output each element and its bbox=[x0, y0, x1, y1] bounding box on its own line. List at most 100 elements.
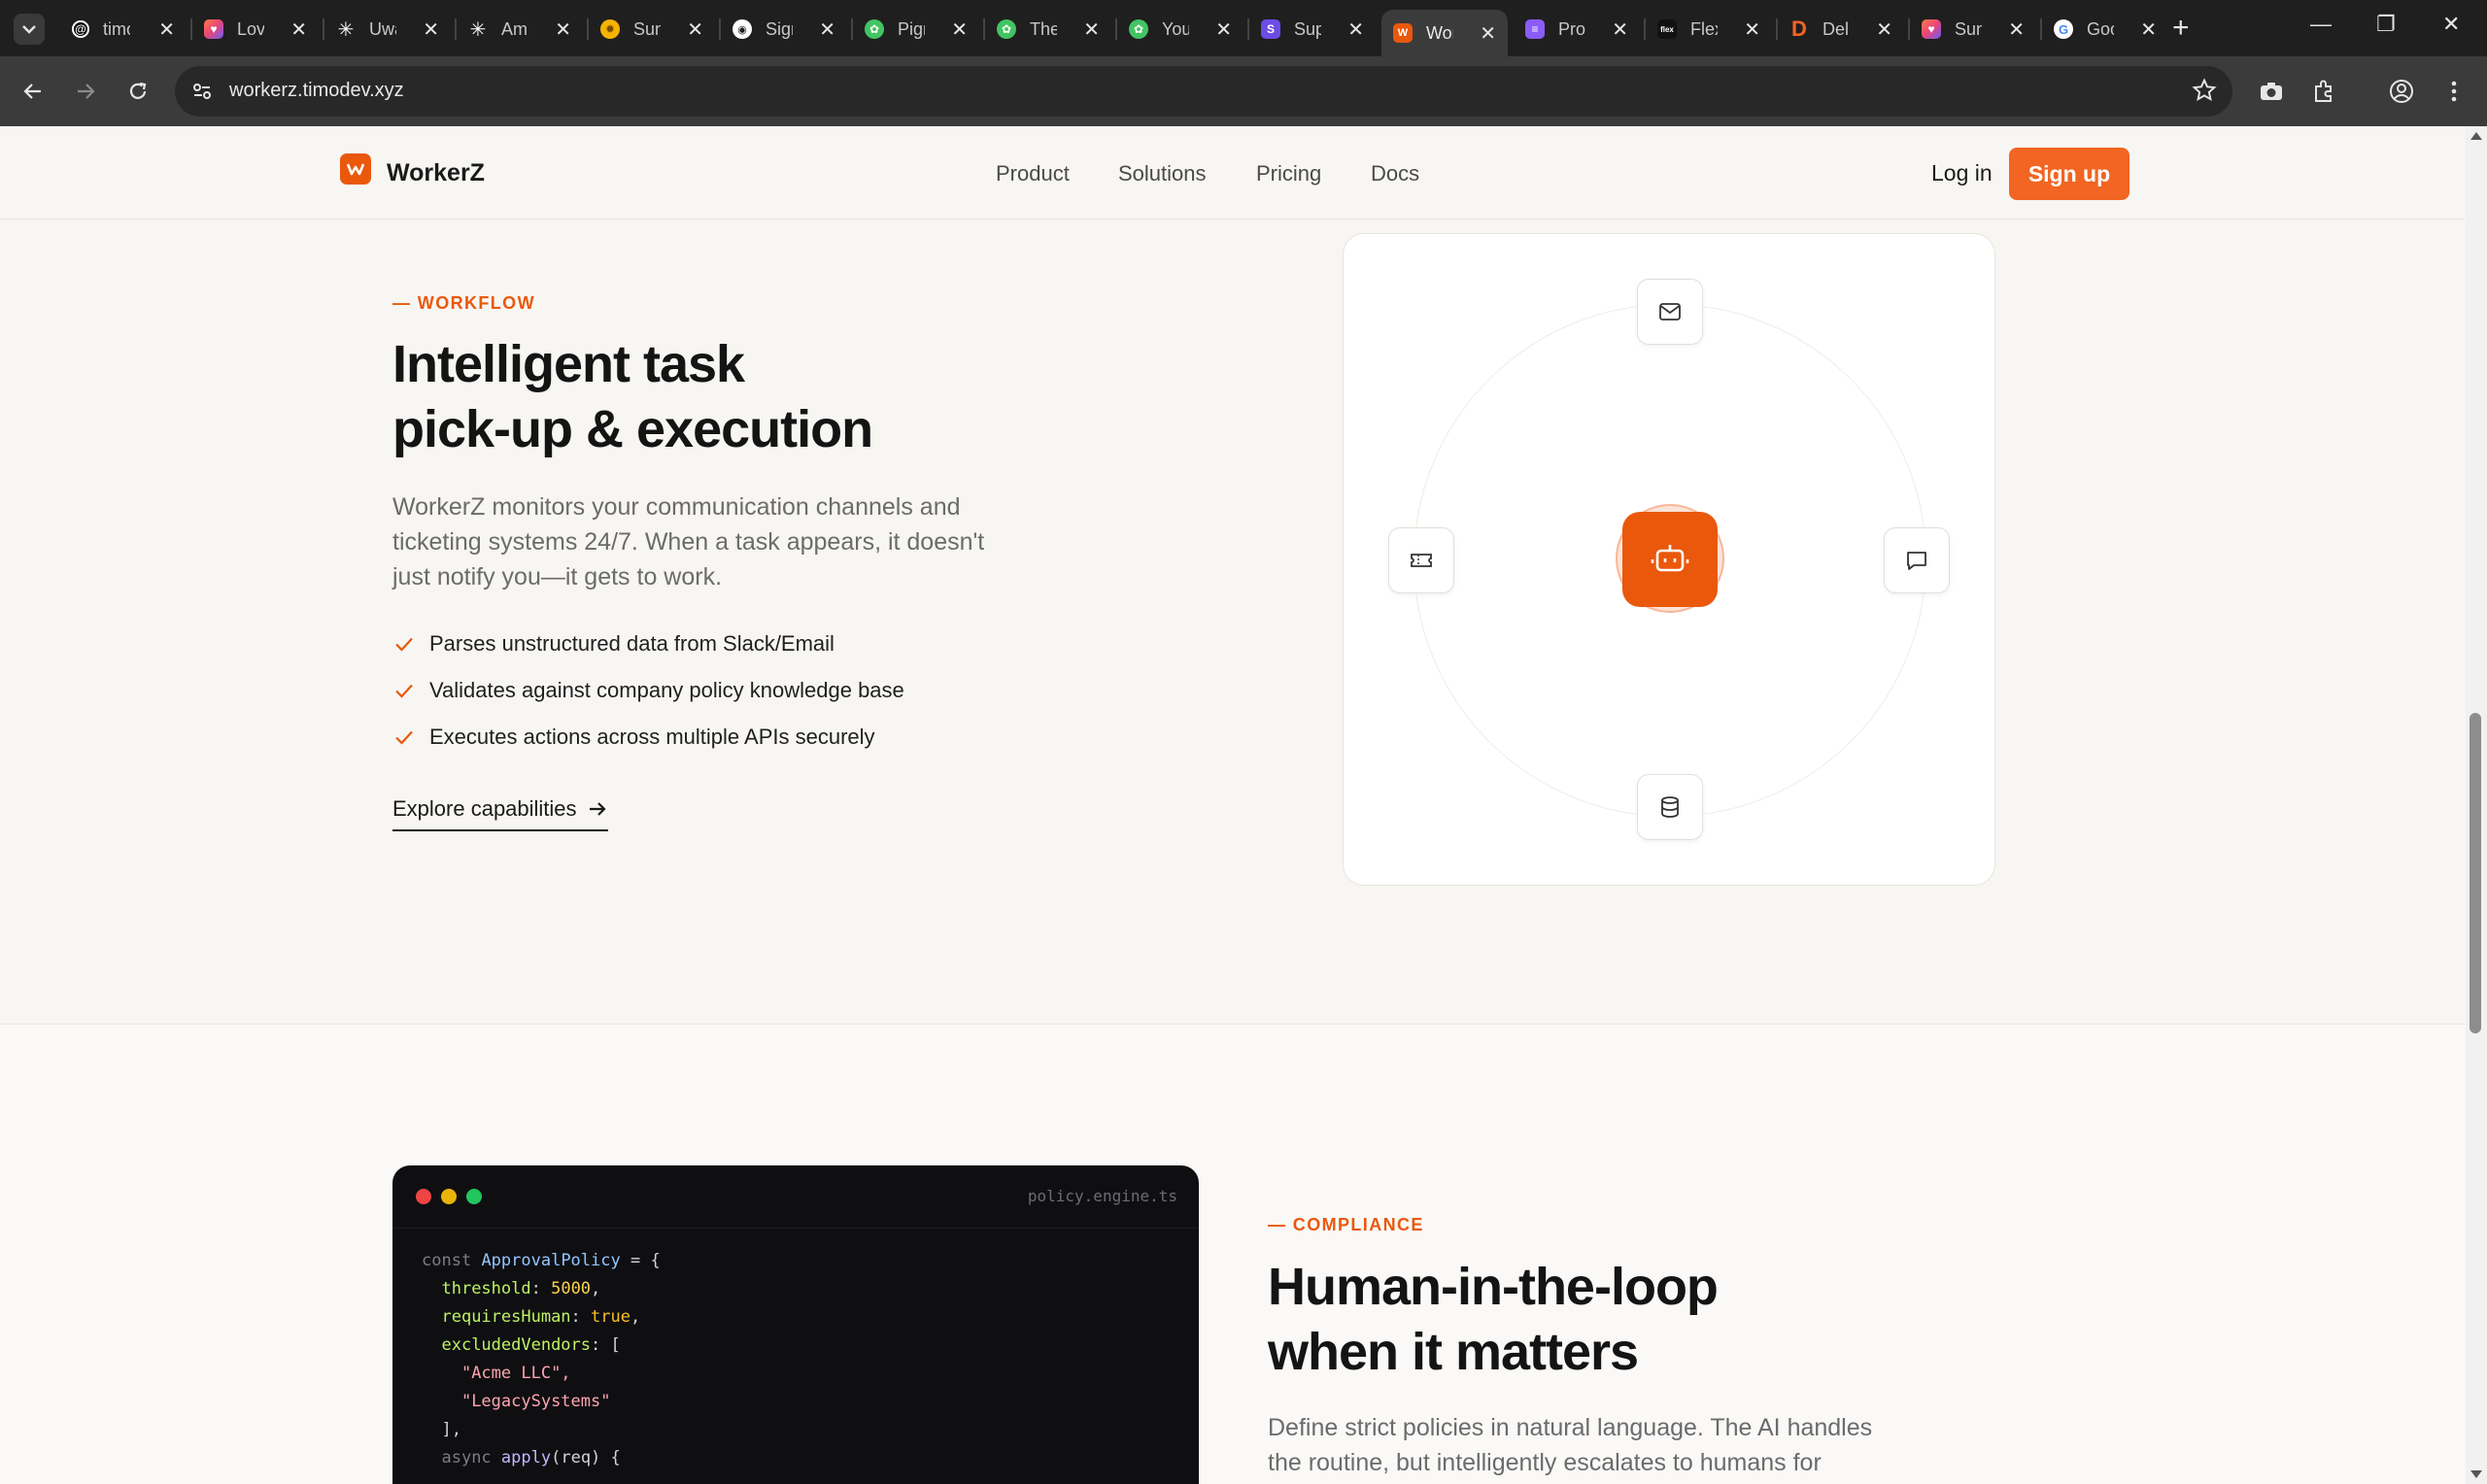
tab-title: Pigment bbox=[898, 18, 925, 39]
tab-uwazi[interactable]: ✳ Uwazi ✕ bbox=[324, 10, 451, 49]
nav-product[interactable]: Product bbox=[996, 161, 1070, 186]
tab-ampcode[interactable]: ✳ Ampcode ✕ bbox=[457, 10, 583, 49]
sparkle-icon: ✳ bbox=[337, 18, 355, 41]
menu-kebab-icon[interactable] bbox=[2438, 76, 2470, 107]
tab-pigment[interactable]: ✿ Pigment ✕ bbox=[853, 10, 979, 49]
screenshot-icon[interactable] bbox=[2256, 76, 2287, 107]
tab-lovable[interactable]: ♥ Lovable ✕ bbox=[192, 10, 319, 49]
explore-label: Explore capabilities bbox=[392, 796, 577, 821]
close-icon[interactable]: ✕ bbox=[2140, 17, 2157, 42]
tab-google[interactable]: G Google ✕ bbox=[2042, 10, 2168, 49]
tab-title: Product bbox=[1558, 18, 1585, 39]
restore-button[interactable]: ❐ bbox=[2376, 12, 2396, 37]
tab-supabase[interactable]: S Supabase ✕ bbox=[1249, 10, 1376, 49]
tab-sign-in[interactable]: ◉ Sign in ✕ bbox=[721, 10, 847, 49]
tab-sunrise-2[interactable]: ♥ Sunrise ✕ bbox=[1910, 10, 2036, 49]
close-icon[interactable]: ✕ bbox=[1744, 17, 1760, 42]
close-icon[interactable]: ✕ bbox=[1347, 17, 1364, 42]
signup-button[interactable]: Sign up bbox=[2009, 148, 2129, 200]
chatgpt-icon: ✿ bbox=[997, 19, 1016, 39]
tab-title: timodev bbox=[103, 18, 130, 39]
code-editor-card: policy.engine.ts const ApprovalPolicy = … bbox=[392, 1165, 1199, 1484]
close-icon[interactable]: ✕ bbox=[555, 17, 571, 42]
bot-icon bbox=[1651, 545, 1689, 572]
extensions-icon[interactable] bbox=[2308, 76, 2339, 107]
tab-flex[interactable]: flex Flex ✕ bbox=[1646, 10, 1772, 49]
workerz-logo-icon[interactable] bbox=[340, 153, 371, 185]
nav-solutions[interactable]: Solutions bbox=[1118, 161, 1207, 186]
close-window-button[interactable]: ✕ bbox=[2442, 12, 2460, 37]
close-icon[interactable]: ✕ bbox=[819, 17, 835, 42]
tab-search-button[interactable] bbox=[14, 14, 45, 45]
workflow-lead-line2: ticketing systems 24/7. When a task appe… bbox=[392, 528, 985, 556]
close-icon[interactable]: ✕ bbox=[1612, 17, 1628, 42]
flex-icon: flex bbox=[1657, 19, 1677, 39]
sparkle-icon: ✳ bbox=[469, 18, 487, 41]
close-icon[interactable]: ✕ bbox=[290, 17, 307, 42]
code-line: "LegacySystems" bbox=[460, 1392, 611, 1411]
code-line: async apply(req) { bbox=[441, 1448, 621, 1467]
code-line: requiresHuman: true, bbox=[441, 1307, 641, 1327]
back-button[interactable] bbox=[17, 76, 49, 107]
site-info-icon[interactable] bbox=[188, 78, 216, 105]
feature-item: Parses unstructured data from Slack/Emai… bbox=[392, 629, 835, 658]
close-icon[interactable]: ✕ bbox=[1083, 17, 1100, 42]
close-icon[interactable]: ✕ bbox=[158, 17, 175, 42]
message-node bbox=[1884, 527, 1950, 593]
workflow-title-line1: Intelligent task bbox=[392, 335, 745, 393]
mail-node bbox=[1637, 279, 1703, 345]
minimize-button[interactable]: — bbox=[2310, 12, 2332, 37]
arrow-right-icon bbox=[78, 84, 95, 99]
login-link[interactable]: Log in bbox=[1931, 160, 1993, 186]
workflow-eyebrow: — WORKFLOW bbox=[392, 293, 535, 313]
feature-text: Validates against company policy knowled… bbox=[429, 678, 904, 702]
scroll-thumb[interactable] bbox=[2470, 713, 2481, 1033]
tab-title: Uwazi bbox=[369, 18, 396, 39]
threads-icon: @ bbox=[72, 20, 89, 38]
bookmark-star-icon[interactable] bbox=[2192, 78, 2217, 108]
tab-title: Deli bbox=[1823, 18, 1850, 39]
tab-product[interactable]: ≡ Product ✕ bbox=[1514, 10, 1640, 49]
tab-deli[interactable]: D Deli ✕ bbox=[1778, 10, 1904, 49]
brand-name[interactable]: WorkerZ bbox=[387, 159, 485, 187]
nav-pricing[interactable]: Pricing bbox=[1256, 161, 1321, 186]
tab-the[interactable]: ✿ The ✕ bbox=[985, 10, 1111, 49]
check-icon bbox=[395, 637, 413, 652]
tab-title: Flex bbox=[1690, 18, 1718, 39]
close-icon[interactable]: ✕ bbox=[1480, 21, 1496, 46]
check-icon bbox=[395, 730, 413, 745]
forward-button[interactable] bbox=[70, 76, 101, 107]
new-tab-button[interactable]: + bbox=[2172, 12, 2190, 45]
tab-timodev[interactable]: @ timodev ✕ bbox=[60, 10, 187, 49]
page-scrollbar[interactable] bbox=[2466, 126, 2487, 1484]
database-icon bbox=[1661, 796, 1679, 818]
close-icon[interactable]: ✕ bbox=[1876, 17, 1892, 42]
mail-icon bbox=[1659, 303, 1681, 320]
close-icon[interactable]: ✕ bbox=[687, 17, 703, 42]
explore-capabilities-link[interactable]: Explore capabilities bbox=[392, 796, 608, 831]
chatgpt-icon: ✿ bbox=[1129, 19, 1148, 39]
lovable-heart-icon: ♥ bbox=[204, 19, 223, 39]
close-icon[interactable]: ✕ bbox=[423, 17, 439, 42]
close-icon[interactable]: ✕ bbox=[951, 17, 968, 42]
reload-button[interactable] bbox=[122, 76, 153, 107]
sun-icon: ✹ bbox=[600, 19, 620, 39]
tab-workerz[interactable]: W WorkerZ ✕ bbox=[1381, 10, 1508, 56]
profile-icon[interactable] bbox=[2386, 76, 2417, 107]
site-header: WorkerZ Product Solutions Pricing Docs L… bbox=[0, 126, 2466, 219]
close-icon[interactable]: ✕ bbox=[2008, 17, 2025, 42]
tab-title: Google bbox=[2087, 18, 2114, 39]
code-filename: policy.engine.ts bbox=[1027, 1187, 1177, 1205]
scroll-down-arrow[interactable] bbox=[2470, 1470, 2482, 1478]
window-minimize-dot bbox=[441, 1189, 457, 1204]
close-icon[interactable]: ✕ bbox=[1215, 17, 1232, 42]
tab-title: The bbox=[1030, 18, 1057, 39]
ai-agent-core bbox=[1622, 512, 1718, 607]
address-bar[interactable]: workerz.timodev.xyz bbox=[175, 66, 2232, 117]
nav-docs[interactable]: Docs bbox=[1371, 161, 1419, 186]
tab-sunrise[interactable]: ✹ Sunrise ✕ bbox=[589, 10, 715, 49]
code-line: threshold: 5000, bbox=[441, 1279, 601, 1298]
tab-your[interactable]: ✿ Your ✕ bbox=[1117, 10, 1244, 49]
compliance-section bbox=[0, 1024, 2466, 1484]
scroll-up-arrow[interactable] bbox=[2470, 132, 2482, 140]
